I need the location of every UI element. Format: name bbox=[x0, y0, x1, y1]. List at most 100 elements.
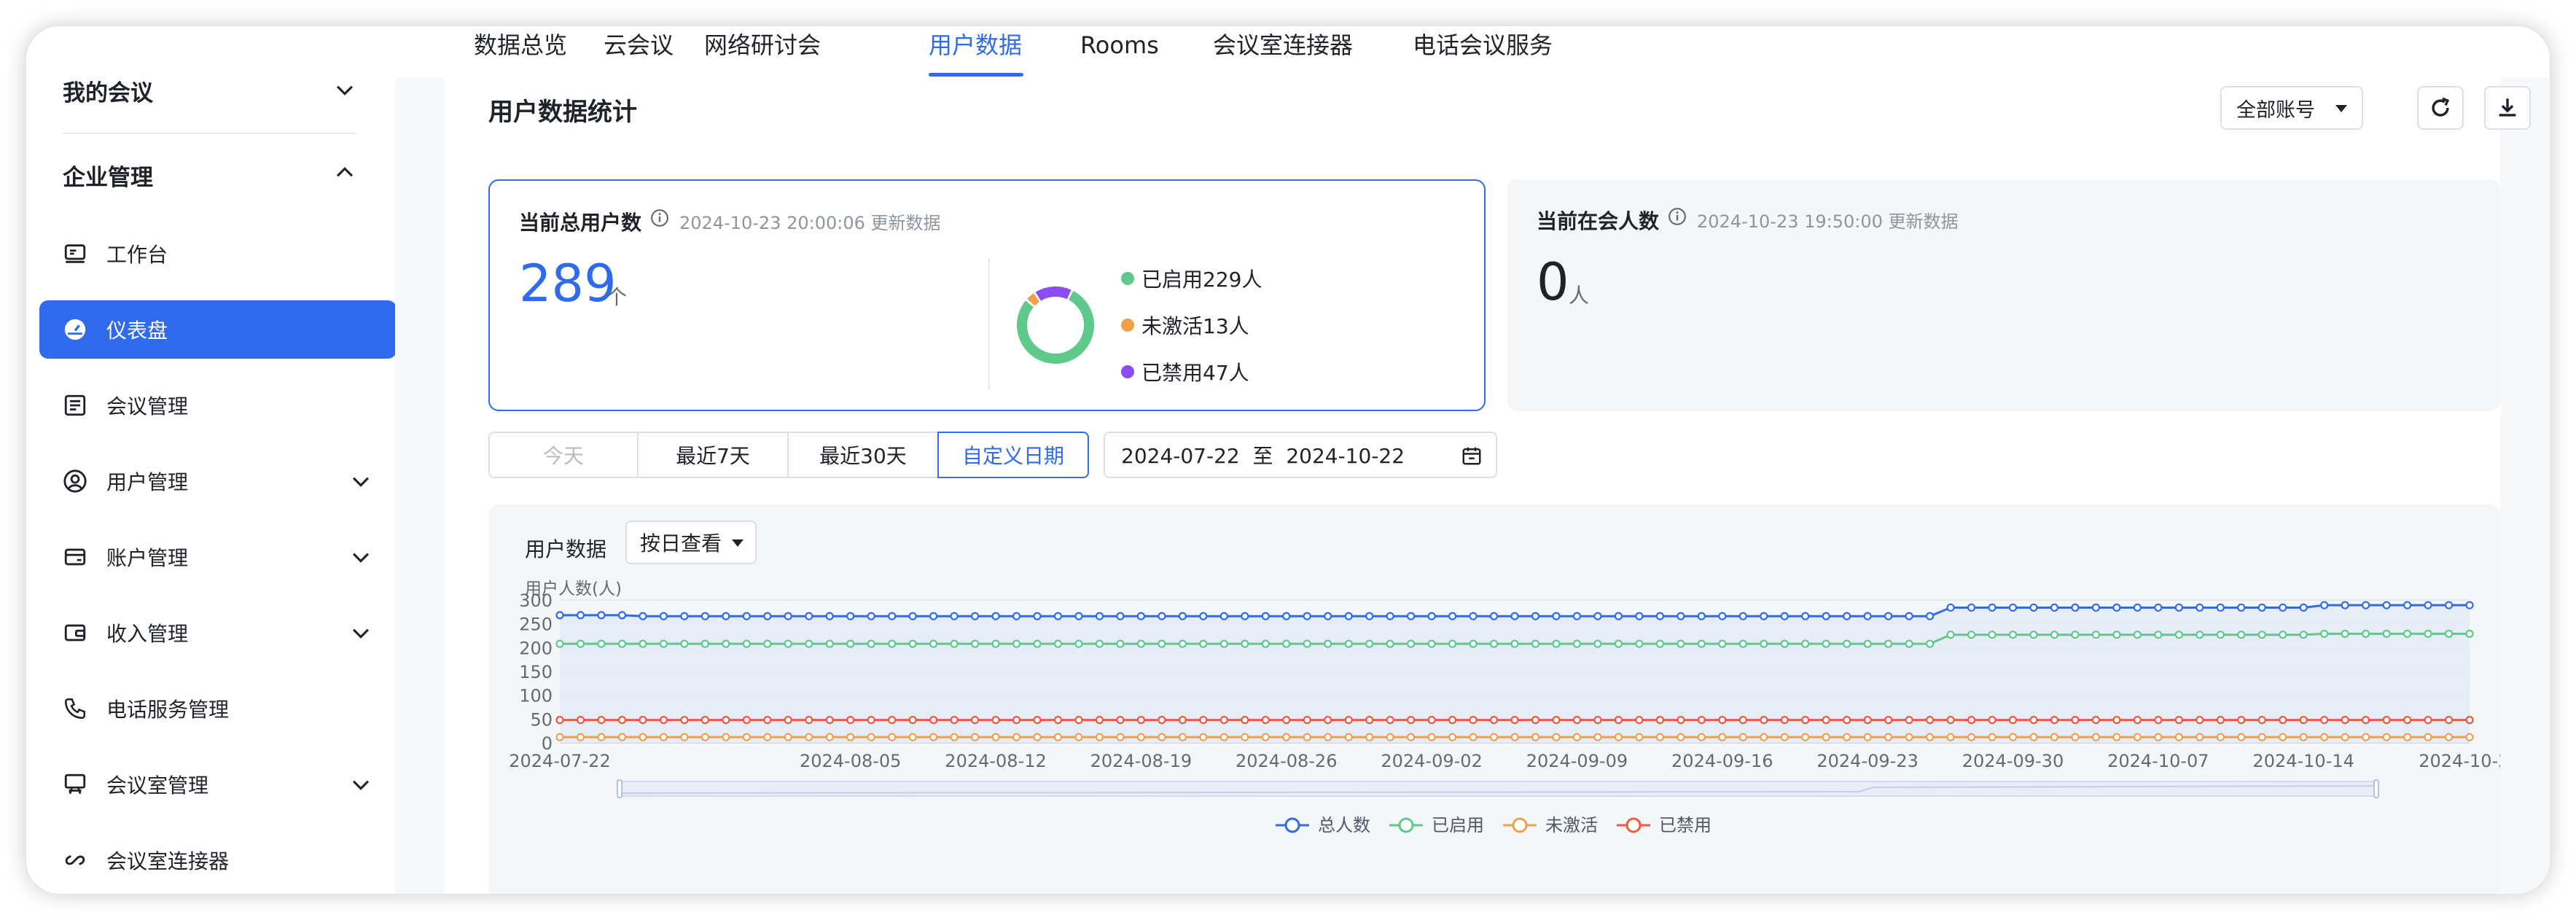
zoom-handle[interactable] bbox=[2373, 779, 2379, 798]
data-point[interactable] bbox=[2154, 716, 2163, 725]
data-point[interactable] bbox=[2196, 631, 2204, 639]
data-point[interactable] bbox=[2237, 716, 2246, 725]
data-point[interactable] bbox=[639, 612, 647, 620]
data-point[interactable] bbox=[2112, 716, 2121, 725]
data-point[interactable] bbox=[846, 733, 855, 741]
data-point[interactable] bbox=[2403, 629, 2412, 638]
data-point[interactable] bbox=[2299, 716, 2308, 725]
data-point[interactable] bbox=[2071, 716, 2080, 725]
sidebar-item-income-management[interactable]: 收入管理 bbox=[39, 604, 397, 662]
data-point[interactable] bbox=[2279, 631, 2287, 639]
data-point[interactable] bbox=[2257, 631, 2266, 639]
data-point[interactable] bbox=[1407, 639, 1416, 648]
range-7days-button[interactable]: 最近7天 bbox=[637, 432, 789, 478]
data-point[interactable] bbox=[1572, 639, 1582, 648]
data-point[interactable] bbox=[1324, 639, 1332, 648]
data-point[interactable] bbox=[1946, 716, 1955, 725]
data-point[interactable] bbox=[1489, 716, 1499, 725]
data-point[interactable] bbox=[2362, 601, 2370, 609]
data-point[interactable] bbox=[1074, 612, 1083, 620]
data-point[interactable] bbox=[888, 733, 897, 741]
data-point[interactable] bbox=[1303, 612, 1311, 620]
data-point[interactable] bbox=[1365, 733, 1374, 741]
data-point[interactable] bbox=[742, 612, 751, 620]
data-point[interactable] bbox=[597, 639, 606, 648]
data-point[interactable] bbox=[2257, 603, 2266, 612]
data-point[interactable] bbox=[888, 716, 897, 725]
data-point[interactable] bbox=[1718, 639, 1727, 648]
data-point[interactable] bbox=[867, 639, 875, 648]
data-point[interactable] bbox=[1635, 716, 1644, 725]
data-point[interactable] bbox=[1241, 733, 1249, 741]
tab-webinar[interactable]: 网络研讨会 bbox=[704, 26, 821, 64]
data-point[interactable] bbox=[805, 639, 813, 648]
range-today-button[interactable]: 今天 bbox=[488, 432, 639, 478]
data-point[interactable] bbox=[2465, 716, 2474, 725]
data-point[interactable] bbox=[1967, 603, 1976, 612]
data-point[interactable] bbox=[1365, 716, 1374, 725]
data-point[interactable] bbox=[1136, 639, 1145, 648]
tab-rooms[interactable]: Rooms bbox=[1080, 26, 1159, 64]
data-point[interactable] bbox=[1116, 612, 1125, 620]
data-point[interactable] bbox=[1448, 639, 1457, 648]
data-point[interactable] bbox=[929, 639, 938, 648]
data-point[interactable] bbox=[2237, 631, 2246, 639]
data-point[interactable] bbox=[1801, 733, 1810, 741]
data-point[interactable] bbox=[784, 716, 792, 725]
data-point[interactable] bbox=[700, 733, 709, 741]
data-point[interactable] bbox=[1822, 733, 1830, 741]
data-point[interactable] bbox=[1677, 733, 1685, 741]
data-point[interactable] bbox=[2091, 733, 2100, 741]
data-point[interactable] bbox=[1822, 716, 1830, 725]
data-point[interactable] bbox=[1822, 639, 1830, 648]
data-point[interactable] bbox=[1282, 733, 1291, 741]
data-point[interactable] bbox=[1427, 612, 1436, 620]
data-point[interactable] bbox=[576, 716, 585, 725]
data-point[interactable] bbox=[2320, 716, 2329, 725]
data-point[interactable] bbox=[1572, 733, 1582, 741]
data-point[interactable] bbox=[1635, 733, 1644, 741]
data-point[interactable] bbox=[2133, 631, 2142, 639]
data-point[interactable] bbox=[1552, 716, 1561, 725]
sidebar-group-enterprise[interactable]: 企业管理 bbox=[63, 159, 153, 192]
data-point[interactable] bbox=[2133, 733, 2142, 741]
data-point[interactable] bbox=[1261, 639, 1270, 648]
data-point[interactable] bbox=[1303, 733, 1311, 741]
data-point[interactable] bbox=[2382, 601, 2391, 609]
data-point[interactable] bbox=[2320, 601, 2329, 609]
data-point[interactable] bbox=[1261, 733, 1270, 741]
data-point[interactable] bbox=[1905, 639, 1913, 648]
data-point[interactable] bbox=[908, 716, 917, 725]
data-point[interactable] bbox=[763, 612, 772, 620]
legend-marker[interactable] bbox=[1625, 817, 1642, 833]
data-point[interactable] bbox=[1344, 716, 1353, 725]
data-point[interactable] bbox=[2279, 733, 2287, 741]
data-point[interactable] bbox=[1033, 612, 1042, 620]
data-point[interactable] bbox=[2237, 733, 2246, 741]
info-icon[interactable] bbox=[650, 208, 669, 227]
data-point[interactable] bbox=[2403, 733, 2412, 741]
data-point[interactable] bbox=[2196, 733, 2204, 741]
data-point[interactable] bbox=[991, 612, 1000, 620]
data-point[interactable] bbox=[763, 733, 772, 741]
chevron-up-icon[interactable] bbox=[332, 160, 357, 185]
data-point[interactable] bbox=[2341, 601, 2349, 609]
sidebar-group-my-meetings[interactable]: 我的会议 bbox=[63, 74, 153, 107]
data-point[interactable] bbox=[888, 612, 897, 620]
data-point[interactable] bbox=[722, 639, 730, 648]
data-point[interactable] bbox=[1967, 733, 1976, 741]
data-point[interactable] bbox=[1219, 639, 1228, 648]
data-point[interactable] bbox=[1407, 733, 1416, 741]
data-point[interactable] bbox=[576, 733, 585, 741]
data-point[interactable] bbox=[784, 612, 792, 620]
data-point[interactable] bbox=[722, 612, 730, 620]
data-point[interactable] bbox=[1012, 612, 1021, 620]
data-point[interactable] bbox=[742, 733, 751, 741]
data-point[interactable] bbox=[1386, 733, 1394, 741]
data-point[interactable] bbox=[825, 612, 834, 620]
data-point[interactable] bbox=[2091, 716, 2100, 725]
data-point[interactable] bbox=[1136, 716, 1145, 725]
data-point[interactable] bbox=[1697, 639, 1706, 648]
data-point[interactable] bbox=[2257, 716, 2266, 725]
data-point[interactable] bbox=[1697, 733, 1706, 741]
